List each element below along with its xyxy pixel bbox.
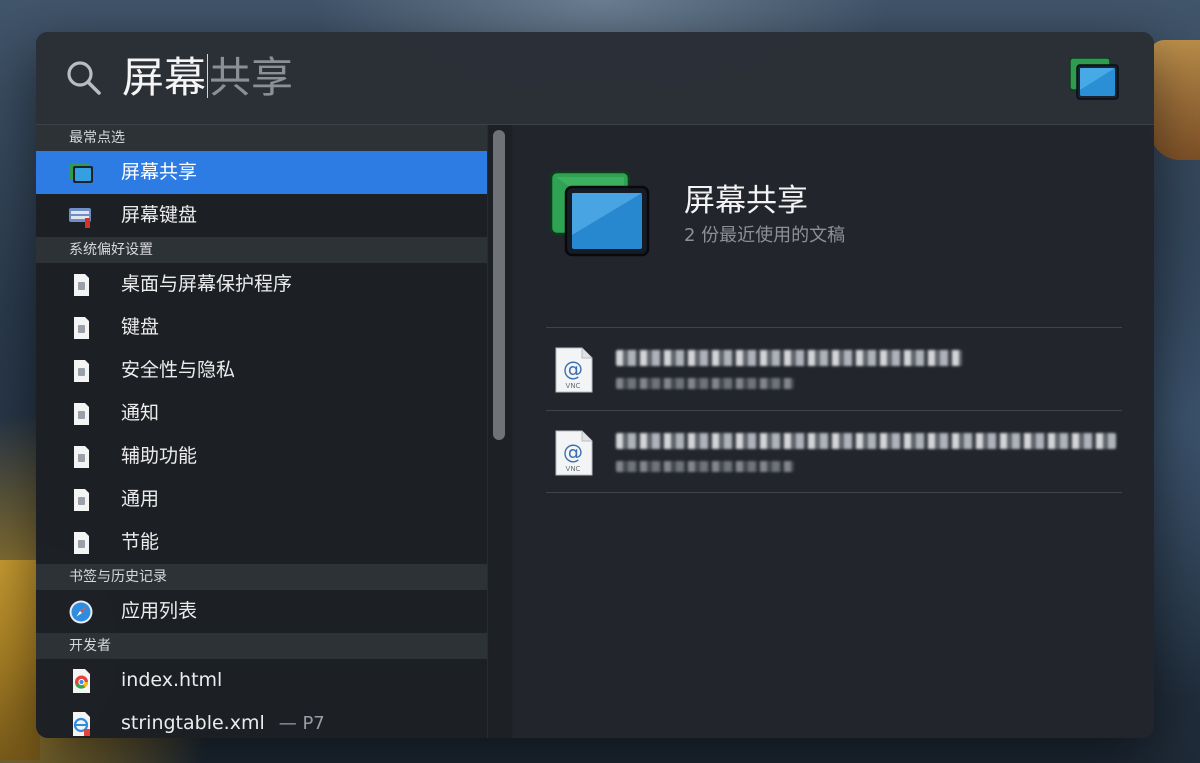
search-icon xyxy=(67,61,101,95)
spotlight-window: 屏幕共享 最常点选 屏幕共享 屏幕键盘 系统偏好设置 桌面与屏幕保护程序 键盘 … xyxy=(36,32,1154,738)
redacted-document-path xyxy=(616,378,794,389)
preference-file-icon xyxy=(74,446,89,468)
preference-file-icon xyxy=(74,489,89,511)
vnc-file-icon: @ VNC xyxy=(555,430,593,476)
preview-pane: 屏幕共享 2 份最近使用的文稿 @ VNC @ VNC xyxy=(512,125,1154,738)
preference-file-icon xyxy=(74,403,89,425)
svg-text:@: @ xyxy=(563,357,583,381)
result-label: 通用 xyxy=(121,488,160,510)
result-item-app-list[interactable]: 应用列表 xyxy=(36,590,487,633)
vnc-file-icon: @ VNC xyxy=(555,347,593,393)
results-scrollbar-thumb[interactable] xyxy=(493,130,505,440)
screen-sharing-icon xyxy=(1069,57,1119,100)
result-label: index.html xyxy=(121,669,223,691)
screen-sharing-icon xyxy=(69,163,93,183)
keyboard-viewer-icon xyxy=(69,208,91,228)
result-item-general[interactable]: 通用 xyxy=(36,478,487,521)
redacted-document-path xyxy=(616,461,794,472)
result-item-keyboard[interactable]: 键盘 xyxy=(36,306,487,349)
vnc-icon-label: VNC xyxy=(566,382,581,390)
result-item-energy-saver[interactable]: 节能 xyxy=(36,521,487,564)
preview-title: 屏幕共享 xyxy=(684,183,808,219)
result-label: 辅助功能 xyxy=(121,445,198,467)
result-label: 屏幕键盘 xyxy=(121,204,198,226)
result-item-index-html[interactable]: index.html xyxy=(36,659,487,702)
preference-file-icon xyxy=(74,360,89,382)
search-bar[interactable]: 屏幕共享 xyxy=(36,32,1154,125)
xml-file-icon xyxy=(73,712,90,736)
result-label: 安全性与隐私 xyxy=(121,359,236,381)
recent-document-1[interactable]: @ VNC xyxy=(546,328,1122,410)
preview-subtitle: 2 份最近使用的文稿 xyxy=(684,225,846,246)
result-item-screen-sharing[interactable]: 屏幕共享 xyxy=(36,151,487,194)
result-label: 通知 xyxy=(121,402,160,424)
chrome-html-icon xyxy=(73,669,90,693)
result-label: 屏幕共享 xyxy=(121,161,198,183)
result-suffix: — P7 xyxy=(278,713,325,734)
result-item-security-privacy[interactable]: 安全性与隐私 xyxy=(36,349,487,392)
text-caret xyxy=(207,54,209,98)
recent-document-2[interactable]: @ VNC xyxy=(546,411,1122,493)
section-header-top-hits: 最常点选 xyxy=(36,125,487,151)
safari-compass-icon xyxy=(69,600,93,624)
result-filename: stringtable.xml xyxy=(121,712,265,734)
result-item-stringtable-xml[interactable]: stringtable.xml — P7 xyxy=(36,702,487,738)
screen-sharing-icon xyxy=(549,170,650,257)
redacted-document-name xyxy=(616,433,1116,449)
vnc-icon-label: VNC xyxy=(566,465,581,473)
result-label: 桌面与屏幕保护程序 xyxy=(121,273,293,295)
result-label: stringtable.xml — P7 xyxy=(121,702,325,738)
result-label: 节能 xyxy=(121,531,160,553)
divider xyxy=(546,492,1122,493)
search-autocomplete: 共享 xyxy=(209,53,294,102)
results-list: 最常点选 屏幕共享 屏幕键盘 系统偏好设置 桌面与屏幕保护程序 键盘 安全性与隐… xyxy=(36,125,487,738)
result-item-keyboard-viewer[interactable]: 屏幕键盘 xyxy=(36,194,487,237)
section-header-system-preferences: 系统偏好设置 xyxy=(36,237,487,263)
result-label: 应用列表 xyxy=(121,600,198,622)
section-header-developer: 开发者 xyxy=(36,633,487,659)
preference-file-icon xyxy=(74,274,89,296)
preference-file-icon xyxy=(74,317,89,339)
section-header-bookmarks-history: 书签与历史记录 xyxy=(36,564,487,590)
result-item-notifications[interactable]: 通知 xyxy=(36,392,487,435)
search-input[interactable]: 屏幕共享 xyxy=(122,50,293,106)
search-query: 屏幕 xyxy=(122,53,207,102)
result-item-accessibility[interactable]: 辅助功能 xyxy=(36,435,487,478)
svg-text:@: @ xyxy=(563,440,583,464)
wallpaper-guitar xyxy=(1150,40,1200,160)
result-item-desktop-screensaver[interactable]: 桌面与屏幕保护程序 xyxy=(36,263,487,306)
redacted-document-name xyxy=(616,350,962,366)
wallpaper-guitar-body xyxy=(0,560,40,760)
result-label: 键盘 xyxy=(121,316,160,338)
preference-file-icon xyxy=(74,532,89,554)
